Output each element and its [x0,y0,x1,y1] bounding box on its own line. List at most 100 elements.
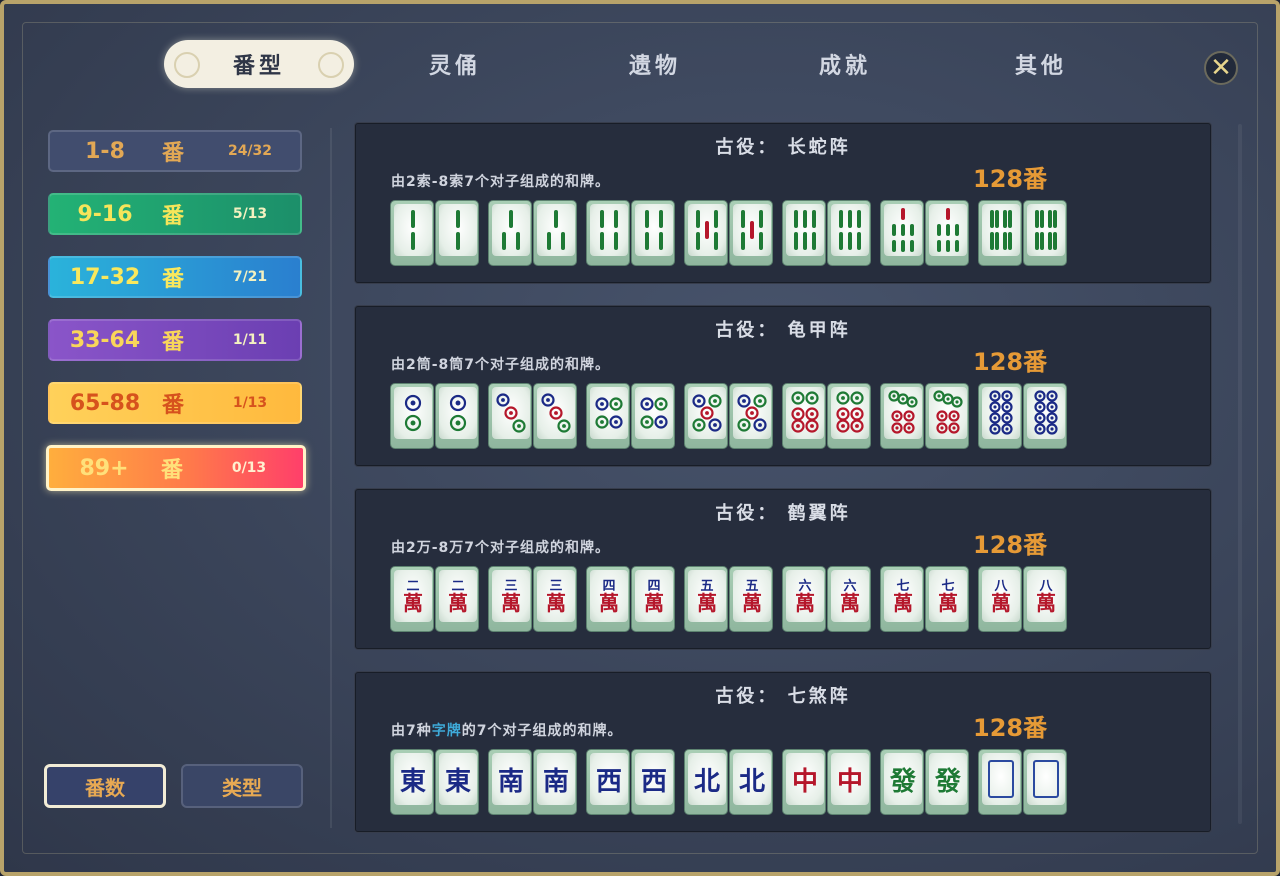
honor-tile-glyph: 發 [934,766,961,797]
tile-wan-char: 萬 [501,590,521,615]
category-33-64[interactable]: 33-64 番 1/11 [48,319,302,361]
dots-2-icon [449,394,467,432]
character-tile-label: 八萬 [1036,580,1056,613]
mahjong-tile: 七萬 [925,566,969,632]
tab-bar: 番型 灵俑 遗物 成就 其他 [164,40,1164,90]
category-fan-label: 番 [162,141,185,166]
desc-suffix: 的7个对子组成的和牌。 [461,723,623,739]
tile-face: 南 [492,753,530,805]
category-range: 33-64 [69,327,141,353]
tile-face: 八萬 [982,570,1020,622]
category-fan-label: 番 [161,458,184,483]
tab-achievements[interactable]: 成就 [750,40,940,88]
list-scrollbar[interactable] [1238,124,1242,824]
tile-face: 中 [831,753,869,805]
tile-wan-char: 萬 [742,590,762,615]
category-65-88[interactable]: 65-88 番 1/13 [48,382,302,424]
tab-fan-types[interactable]: 番型 [164,40,354,88]
bamboo-4-icon [600,210,618,250]
tile-wan-char: 萬 [893,590,913,615]
tile-face: 北 [733,753,771,805]
mahjong-tile [586,383,630,449]
mahjong-tile [925,200,969,266]
mahjong-tile [978,749,1022,815]
mahjong-tile: 中 [827,749,871,815]
hand-title: 古役： 长蛇阵 [715,137,851,158]
tile-wan-char: 萬 [840,590,860,615]
honor-tile-glyph: 東 [444,766,471,797]
tile-face: 七萬 [929,570,967,622]
category-89-plus[interactable]: 89+ 番 0/13 [46,445,306,491]
tile-face [982,387,1020,439]
category-range: 9-16 [77,201,133,227]
close-button[interactable]: ✕ [1204,51,1238,85]
mahjong-tile [488,383,532,449]
hand-card: 古役： 长蛇阵 由2索-8索7个对子组成的和牌。 128番 [354,122,1212,284]
honor-tile-glyph: 中 [836,766,863,797]
category-17-32[interactable]: 17-32 番 7/21 [48,256,302,298]
mahjong-tile: 六萬 [782,566,826,632]
sort-by-type-button[interactable]: 类型 [181,764,303,808]
mahjong-tile [978,200,1022,266]
category-count: 5/13 [232,206,268,222]
dots-7-icon [888,390,918,434]
category-range: 65-88 [69,390,141,416]
tile-wan-char: 萬 [697,590,717,615]
category-range: 17-32 [69,264,141,290]
mahjong-tile: 發 [925,749,969,815]
tab-other[interactable]: 其他 [946,40,1136,88]
white-dragon-icon [988,760,1014,798]
mahjong-tile [390,383,434,449]
tab-spirit-figures[interactable]: 灵俑 [360,40,550,88]
mahjong-tile: 八萬 [978,566,1022,632]
tile-face [929,387,967,439]
tile-face [982,753,1020,805]
mahjong-tile: 二萬 [390,566,434,632]
tile-wan-char: 萬 [448,590,468,615]
tile-face: 南 [537,753,575,805]
mahjong-tile [978,383,1022,449]
tile-face: 八萬 [1027,570,1065,622]
category-9-16[interactable]: 9-16 番 5/13 [48,193,302,235]
character-tile-label: 二萬 [403,580,423,613]
mahjong-tile [729,200,773,266]
tile-face: 六萬 [786,570,824,622]
mahjong-tile [435,200,479,266]
dots-6-icon [836,391,864,433]
bamboo-2-icon [411,210,415,250]
sort-by-fan-button[interactable]: 番数 [44,764,166,808]
mahjong-tile: 東 [390,749,434,815]
mahjong-tile: 中 [782,749,826,815]
mahjong-tile [586,200,630,266]
mahjong-tile: 三萬 [533,566,577,632]
tile-face [688,204,726,256]
tile-face [635,387,673,439]
mahjong-tile [533,383,577,449]
category-1-8[interactable]: 1-8 番 24/32 [48,130,302,172]
bamboo-2-icon [456,210,460,250]
honor-tile-glyph: 發 [889,766,916,797]
tile-wan-char: 萬 [599,590,619,615]
mahjong-tile [782,200,826,266]
honor-tile-glyph: 東 [399,766,426,797]
dots-5-icon [737,394,767,432]
mahjong-tile: 北 [729,749,773,815]
tile-face [590,204,628,256]
bamboo-3-icon [502,210,520,250]
tab-relics[interactable]: 遗物 [560,40,750,88]
hand-card: 古役： 七煞阵 由7种字牌的7个对子组成的和牌。 128番 東東南南西西北北中中… [354,671,1212,833]
tile-face [537,387,575,439]
hand-card: 古役： 龟甲阵 由2筒-8筒7个对子组成的和牌。 128番 [354,305,1212,467]
bamboo-5-icon [741,210,763,250]
desc-highlight: 字牌 [431,723,462,739]
mahjong-tile: 南 [533,749,577,815]
mahjong-tile: 七萬 [880,566,924,632]
tile-face [590,387,628,439]
bamboo-5-icon [696,210,718,250]
bamboo-7-icon [937,208,959,252]
white-dragon-icon [1033,760,1059,798]
character-tile-label: 六萬 [840,580,860,613]
tile-wan-char: 萬 [938,590,958,615]
honor-tile-glyph: 西 [640,766,667,797]
category-fan-label: 番 [162,330,185,355]
